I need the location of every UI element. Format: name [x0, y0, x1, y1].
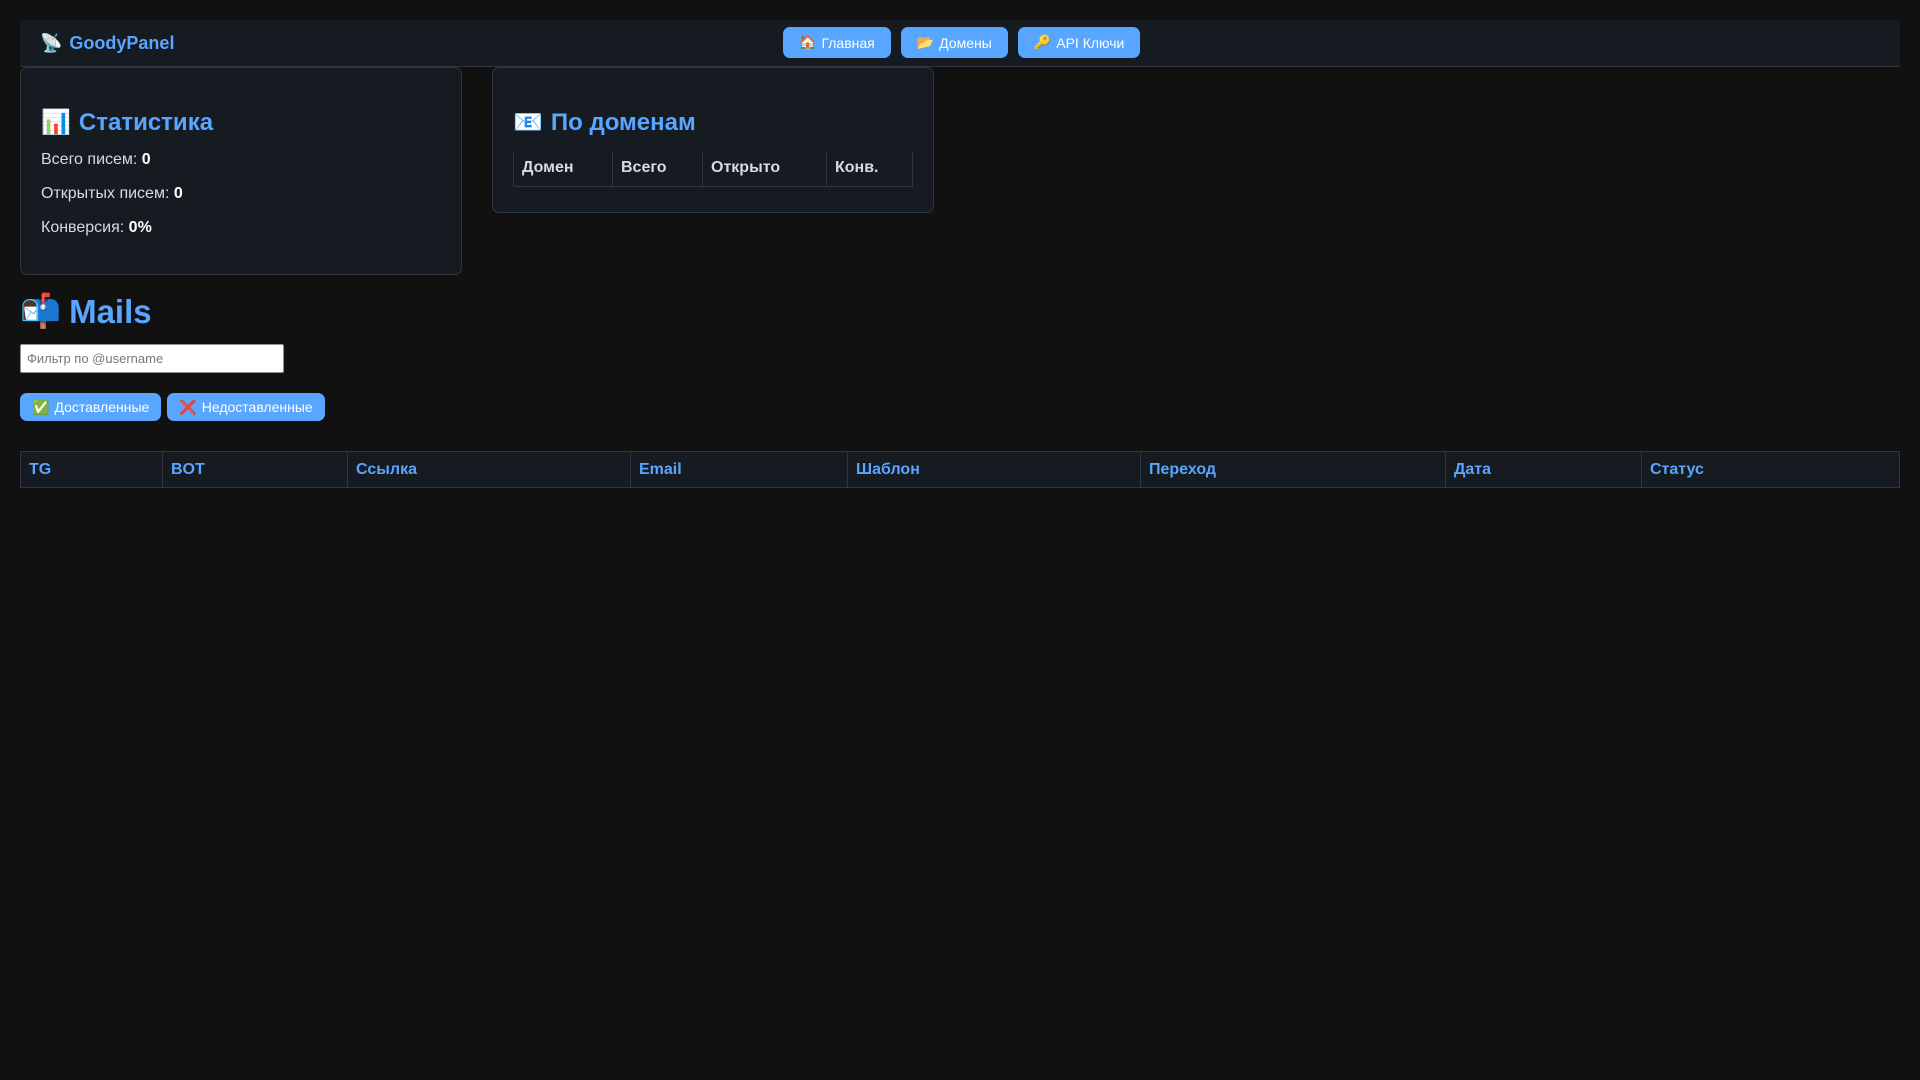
stat-total-value: 0 — [141, 151, 151, 168]
stat-opened: Открытых писем: 0 — [41, 185, 441, 203]
bar-chart-icon: 📊 — [41, 109, 71, 136]
mails-title-text: Mails — [69, 292, 152, 330]
col-bot[interactable]: BOT — [162, 451, 348, 488]
stats-title-text: Статистика — [78, 108, 214, 136]
domains-title-text: По доменам — [550, 108, 696, 136]
main-nav: 🏠 Главная 📂 Домены 🔑 API Ключи — [783, 27, 1141, 58]
domains-table: Домен Всего Открыто Конв. — [513, 151, 913, 187]
undelivered-label: Недоставленные — [201, 399, 313, 415]
mails-title: 📬 Mails — [20, 292, 152, 331]
delivered-label: Доставленные — [54, 399, 150, 415]
col-total[interactable]: Всего — [612, 151, 703, 187]
nav-domains-label: Домены — [939, 34, 992, 51]
stats-title: 📊 Статистика — [41, 108, 441, 137]
brand-name: GoodyPanel — [69, 32, 175, 53]
domains-title: 📧 По доменам — [513, 108, 913, 137]
nav-home-label: Главная — [821, 34, 875, 51]
col-conversion[interactable]: Конв. — [826, 151, 913, 187]
top-navbar: 📡 GoodyPanel 🏠 Главная 📂 Домены 🔑 API Кл… — [20, 20, 1900, 67]
col-transition[interactable]: Переход — [1140, 451, 1446, 488]
stat-conversion-value: 0% — [128, 219, 152, 236]
username-filter-input[interactable] — [20, 344, 284, 373]
email-icon: 📧 — [513, 109, 543, 136]
stat-opened-value: 0 — [173, 185, 183, 202]
filter-buttons: ✅ Доставленные ❌ Недоставленные — [20, 393, 325, 421]
satellite-antenna-icon: 📡 — [40, 32, 63, 53]
col-status[interactable]: Статус — [1641, 451, 1900, 488]
domains-card: 📧 По доменам Домен Всего Открыто Конв. — [492, 67, 934, 213]
nav-domains-button[interactable]: 📂 Домены — [900, 27, 1008, 58]
check-mark-icon: ✅ — [32, 398, 50, 415]
col-date[interactable]: Дата — [1445, 451, 1642, 488]
nav-api-keys-button[interactable]: 🔑 API Ключи — [1017, 27, 1141, 58]
nav-home-button[interactable]: 🏠 Главная — [783, 27, 891, 58]
col-domain[interactable]: Домен — [513, 151, 613, 187]
stat-conversion: Конверсия: 0% — [41, 219, 441, 237]
col-link[interactable]: Ссылка — [347, 451, 631, 488]
house-icon: 🏠 — [799, 34, 817, 50]
mails-table: TG BOT Ссылка Email Шаблон Переход Дата … — [20, 451, 1900, 488]
stats-card: 📊 Статистика Всего писем: 0 Открытых пис… — [20, 67, 462, 275]
mailbox-icon: 📬 — [20, 292, 62, 329]
col-email[interactable]: Email — [630, 451, 848, 488]
stat-total: Всего писем: 0 — [41, 151, 441, 169]
key-icon: 🔑 — [1033, 34, 1052, 50]
mails-header-row: TG BOT Ссылка Email Шаблон Переход Дата … — [20, 451, 1900, 488]
col-tg[interactable]: TG — [20, 451, 163, 488]
stat-opened-label: Открытых писем: — [41, 185, 170, 202]
col-opened[interactable]: Открыто — [702, 151, 827, 187]
brand[interactable]: 📡 GoodyPanel — [40, 20, 174, 66]
stat-conversion-label: Конверсия: — [41, 219, 125, 236]
undelivered-filter-button[interactable]: ❌ Недоставленные — [167, 393, 325, 421]
nav-api-keys-label: API Ключи — [1056, 34, 1125, 51]
cross-mark-icon: ❌ — [179, 398, 197, 415]
stat-total-label: Всего писем: — [41, 151, 138, 168]
delivered-filter-button[interactable]: ✅ Доставленные — [20, 393, 162, 421]
domains-header-row: Домен Всего Открыто Конв. — [513, 151, 913, 187]
folder-open-icon: 📂 — [916, 34, 935, 50]
col-template[interactable]: Шаблон — [847, 451, 1141, 488]
